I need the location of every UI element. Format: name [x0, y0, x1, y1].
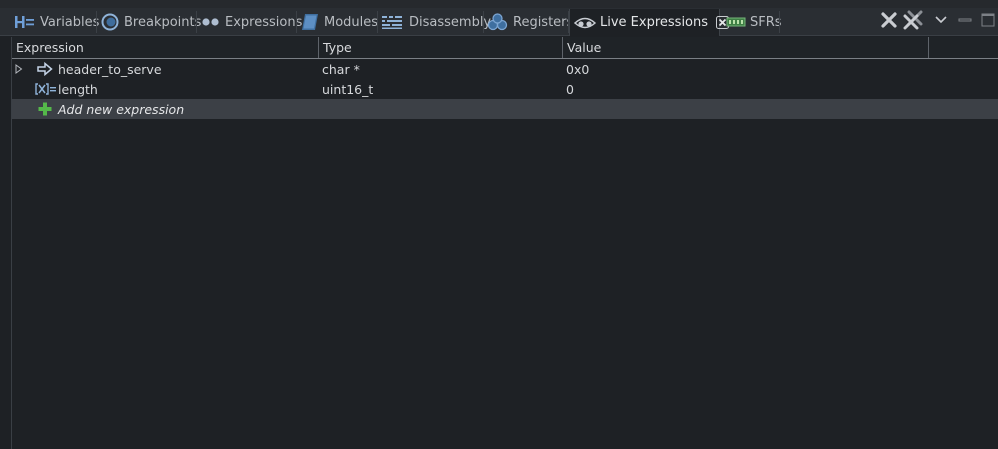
tab-variables[interactable]: Variables	[14, 9, 99, 35]
expression-value[interactable]: 0	[566, 79, 574, 99]
expression-type: uint16_t	[322, 81, 374, 97]
maximize-button[interactable]	[978, 10, 998, 30]
maximize-icon	[981, 13, 995, 27]
tab-separator	[377, 11, 378, 33]
tab-breakpoints[interactable]: Breakpoints	[101, 9, 201, 35]
expression-value[interactable]: 0x0	[566, 59, 589, 79]
table-row[interactable]: length uint16_t 0	[12, 79, 998, 99]
tab-label: Disassembly	[409, 14, 492, 30]
live-expressions-view: Variables Breakpoints Expressions Module…	[0, 0, 998, 449]
tab-label: Variables	[40, 14, 100, 30]
tab-separator	[296, 11, 297, 33]
expression-type: char *	[322, 61, 360, 77]
column-header-type[interactable]: Type	[319, 37, 562, 58]
tab-label: Registers	[513, 14, 574, 30]
modules-icon	[300, 13, 320, 31]
remove-expression-button[interactable]	[879, 10, 899, 30]
tab-label: Modules	[324, 14, 379, 30]
tab-separator	[96, 11, 97, 33]
tab-expressions[interactable]: Expressions	[201, 9, 302, 35]
table-row[interactable]: header_to_serve char * 0x0	[12, 59, 998, 79]
tab-sfrs[interactable]: SFRs	[726, 9, 782, 35]
remove-expression-icon	[880, 11, 898, 29]
tabbar-top-strip	[0, 0, 998, 8]
tab-separator	[196, 11, 197, 33]
add-expression-row[interactable]: Add new expression	[12, 99, 998, 119]
add-expression-label[interactable]: Add new expression	[58, 99, 184, 119]
view-tab-bar: Variables Breakpoints Expressions Module…	[0, 0, 998, 36]
pointer-icon	[37, 59, 53, 79]
tab-label: Expressions	[225, 14, 303, 30]
live-expressions-icon	[574, 15, 596, 31]
variable-icon	[35, 79, 57, 99]
tab-modules[interactable]: Modules	[300, 9, 378, 35]
tab-label: SFRs	[750, 14, 782, 30]
tab-label: Live Expressions	[600, 15, 709, 30]
expressions-table: Expression Type Value header_to_serve ch…	[11, 37, 998, 449]
expression-name: length	[58, 81, 98, 97]
tab-live-expressions[interactable]: Live Expressions	[569, 9, 730, 36]
column-header-expression[interactable]: Expression	[12, 37, 318, 58]
minimize-button[interactable]	[955, 10, 975, 30]
expand-arrow-icon[interactable]	[15, 59, 23, 79]
disassembly-icon	[381, 14, 405, 30]
remove-all-expressions-button[interactable]	[903, 10, 923, 30]
remove-all-expressions-icon	[902, 10, 924, 30]
view-menu-button[interactable]	[931, 10, 951, 30]
expression-name: header_to_serve	[58, 61, 162, 77]
table-header: Expression Type Value	[12, 37, 998, 59]
column-header-value[interactable]: Value	[563, 37, 929, 58]
add-icon	[38, 99, 52, 119]
registers-icon	[487, 13, 509, 31]
variables-icon	[14, 14, 36, 30]
breakpoints-icon	[101, 13, 120, 31]
tab-registers[interactable]: Registers	[487, 9, 573, 35]
minimize-icon	[958, 15, 972, 25]
tab-separator	[483, 11, 484, 33]
expressions-icon	[201, 15, 221, 29]
tab-label: Breakpoints	[124, 14, 202, 30]
sfrs-icon	[726, 15, 746, 29]
chevron-down-icon	[935, 16, 947, 24]
column-divider[interactable]	[928, 37, 929, 58]
tab-separator	[779, 11, 780, 33]
tab-disassembly[interactable]: Disassembly	[381, 9, 491, 35]
